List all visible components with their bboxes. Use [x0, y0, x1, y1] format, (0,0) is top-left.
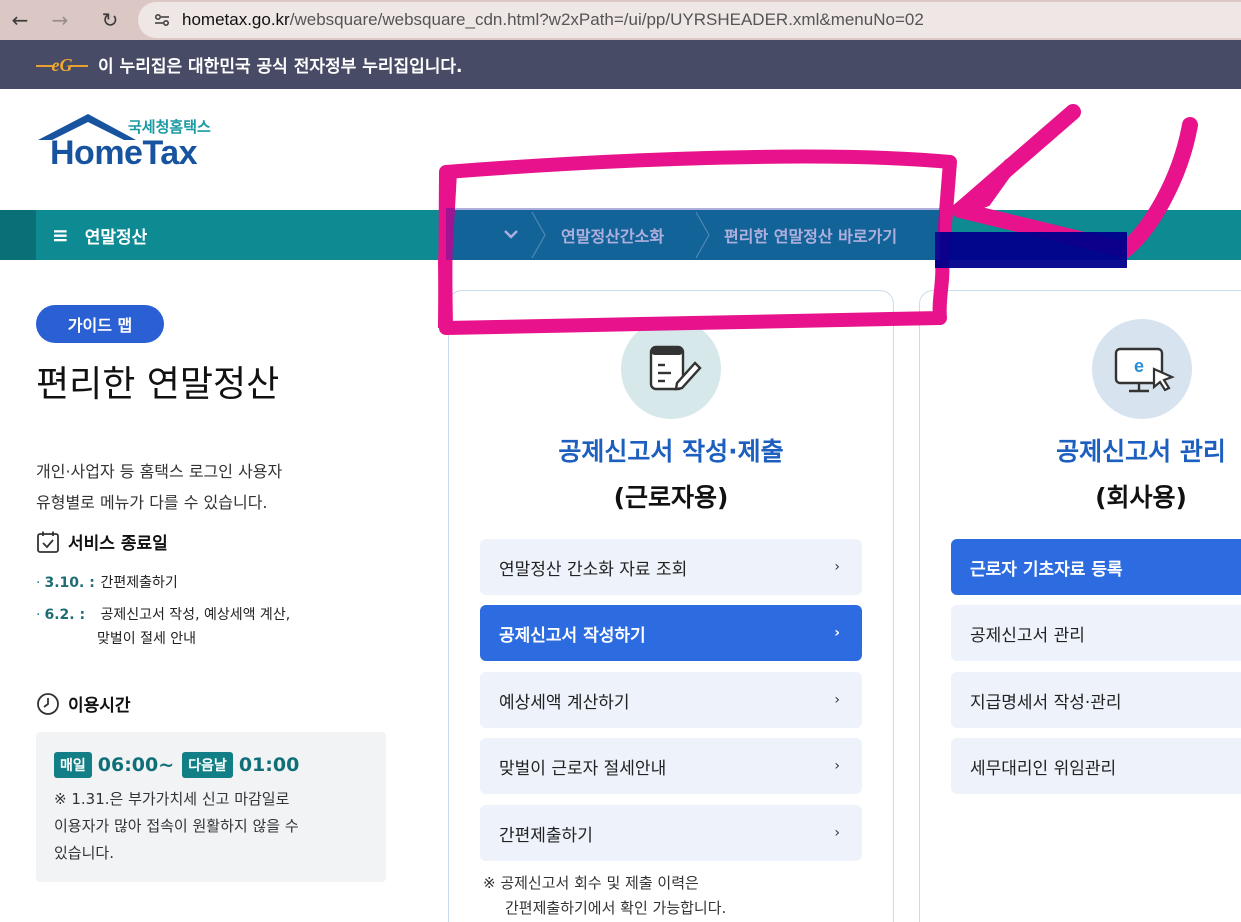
menu-item-tax-agent[interactable]: 세무대리인 위임관리: [951, 738, 1241, 794]
back-arrow-icon: ←: [11, 8, 29, 32]
menu-home-button[interactable]: ≡ 연말정산: [52, 210, 147, 260]
hours-box: 매일 06:00~ 다음날 01:00 ※ 1.31.은 부가가치세 신고 마감…: [36, 732, 386, 882]
annotation-arrow: [952, 104, 1081, 218]
chevron-right-icon: ›: [834, 559, 840, 575]
guide-map-pill[interactable]: 가이드 맵: [36, 305, 164, 343]
forward-button[interactable]: →: [40, 0, 80, 40]
next-day-tag: 다음날: [182, 752, 233, 778]
document-edit-icon: [621, 319, 721, 419]
gov-banner-text: 이 누리집은 대한민국 공식 전자정부 누리집입니다.: [98, 57, 463, 77]
chevron-down-icon[interactable]: [500, 223, 522, 250]
hours-row: 매일 06:00~ 다음날 01:00: [54, 752, 307, 778]
chevron-right-icon: ›: [834, 758, 840, 774]
breadcrumb-item-simplified[interactable]: 연말정산간소화: [561, 210, 664, 260]
calendar-check-icon: [37, 531, 59, 553]
employee-card-title: 공제신고서 작성·제출 (근로자용): [558, 437, 784, 512]
menu-home-label: 연말정산: [84, 227, 148, 248]
company-card-title: 공제신고서 관리 (회사용): [1056, 437, 1226, 512]
svg-text:e: e: [1134, 356, 1144, 376]
service-end-heading: 서비스 종료일: [36, 529, 168, 554]
reload-button[interactable]: ↻: [90, 0, 130, 40]
chevron-right-icon: ›: [834, 625, 840, 641]
menu-item-dual-income[interactable]: 맞벌이 근로자 절세안내 ›: [480, 738, 862, 794]
hours-note: ※ 1.31.은 부가가치세 신고 마감일로 이용자가 많아 접속이 원활하지 …: [54, 790, 299, 862]
chevron-right-icon: ›: [834, 825, 840, 841]
menu-item-estimate-tax[interactable]: 예상세액 계산하기 ›: [480, 672, 862, 728]
end-date-item: · 3.10. : 간편제출하기: [36, 575, 178, 591]
back-button[interactable]: ←: [0, 0, 40, 40]
browser-toolbar: ← → ↻ hometax.go.kr/websquare/websquare_…: [0, 0, 1241, 40]
page-description: 개인·사업자 등 홈택스 로그인 사용자 유형별로 메뉴가 다를 수 있습니다.: [36, 462, 283, 512]
gov-banner: eG 이 누리집은 대한민국 공식 전자정부 누리집입니다.: [0, 40, 1241, 89]
menu-item-write-deduction[interactable]: 공제신고서 작성하기 ›: [480, 605, 862, 661]
end-date-item: · 6.2. : 공제신고서 작성, 예상세액 계산, 맞벌이 절세 안내: [36, 607, 291, 647]
hours-heading: 이용시간: [36, 691, 131, 716]
site-settings-icon[interactable]: [150, 8, 174, 32]
url-text[interactable]: hometax.go.kr/websquare/websquare_cdn.ht…: [182, 10, 924, 30]
start-time: 06:00~: [97, 754, 175, 776]
egov-logo-icon: eG: [36, 55, 88, 75]
address-bar[interactable]: hometax.go.kr/websquare/websquare_cdn.ht…: [138, 2, 1241, 38]
computer-click-icon: e: [1092, 319, 1192, 419]
breadcrumb-separator-icon: [695, 211, 710, 259]
daily-tag: 매일: [54, 752, 92, 778]
employee-card-note: ※ 공제신고서 회수 및 제출 이력은 간편제출하기에서 확인 가능합니다.: [483, 874, 727, 917]
hamburger-icon[interactable]: ≡: [52, 223, 69, 247]
menu-item-payment-statement[interactable]: 지급명세서 작성·관리: [951, 672, 1241, 728]
forward-arrow-icon: →: [51, 8, 69, 32]
annotation-arrow: [953, 158, 1017, 217]
chevron-right-icon: ›: [834, 692, 840, 708]
page-title: 편리한 연말정산: [36, 364, 280, 405]
logo-wordmark: HomeTax: [50, 134, 198, 172]
svg-text:eG: eG: [52, 55, 73, 75]
end-time: 01:00: [238, 754, 300, 776]
main-menu-bar: ≡ 연말정산 연말정산간소화 편리한 연말정산 바로가기: [0, 210, 1241, 260]
hometax-logo[interactable]: 국세청홈택스 HomeTax: [36, 112, 236, 174]
reload-icon: ↻: [101, 8, 119, 32]
clock-icon: [37, 692, 59, 715]
breadcrumb-item-shortcut[interactable]: 편리한 연말정산 바로가기: [724, 210, 897, 260]
menu-item-manage-deduction[interactable]: 공제신고서 관리: [951, 605, 1241, 661]
menu-item-simplified-data[interactable]: 연말정산 간소화 자료 조회 ›: [480, 539, 862, 595]
menu-item-easy-submit[interactable]: 간편제출하기 ›: [480, 805, 862, 861]
breadcrumb-separator-icon: [531, 211, 546, 259]
menu-side-block: [0, 210, 36, 260]
menu-item-employee-basic-data[interactable]: 근로자 기초자료 등록: [951, 539, 1241, 595]
